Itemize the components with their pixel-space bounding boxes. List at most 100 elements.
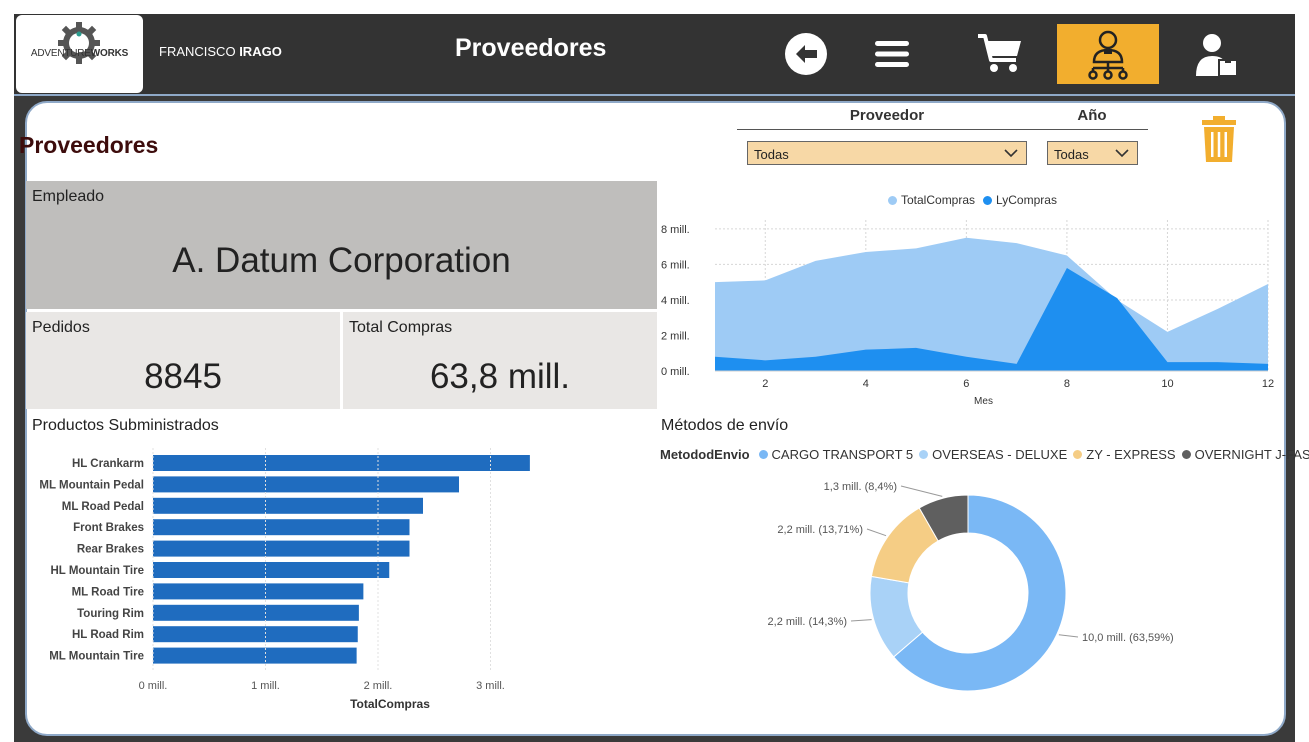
- empleado-label: Empleado: [32, 188, 105, 205]
- bar-category-label: ML Mountain Tire: [49, 651, 144, 663]
- x-axis-label: TotalCompras: [350, 697, 430, 711]
- proveedor-filter-label: Proveedor: [849, 107, 925, 124]
- legend-label: ZY - EXPRESS: [1086, 447, 1176, 462]
- chevron-down-icon: [1004, 149, 1018, 158]
- donut-data-label: 2,2 mill. (13,71%): [777, 524, 863, 536]
- legend-dot: [919, 450, 929, 459]
- y-tick-label: 4 mill.: [661, 295, 690, 307]
- y-tick-label: 6 mill.: [661, 259, 690, 271]
- anio-filter-label: Año: [1077, 107, 1107, 124]
- user-name: FRANCISCO IRAGO: [159, 44, 282, 59]
- x-tick-label: 2: [762, 378, 768, 390]
- shipping-donut-chart: 10,0 mill. (63,59%) 2,2 mill. (14,3%) 2,2 …: [768, 481, 1174, 692]
- supplier-network-icon: [1088, 30, 1128, 80]
- bar: [153, 476, 459, 493]
- legend-label-totalcompras: TotalCompras: [901, 193, 976, 207]
- bar: [153, 604, 359, 621]
- x-tick-label: 8: [1064, 378, 1070, 390]
- x-axis-label: Mes: [974, 396, 993, 407]
- donut-data-label: 1,3 mill. (8,4%): [824, 481, 897, 493]
- bar-category-label: HL Road Rim: [72, 629, 144, 641]
- legend-dot: [758, 450, 768, 459]
- bar-category-label: Rear Brakes: [77, 544, 144, 556]
- x-tick-label: 0 mill.: [139, 680, 168, 692]
- donut-leader-line: [1058, 634, 1079, 638]
- x-tick-label: 2 mill.: [364, 680, 393, 692]
- pedidos-value: 8845: [144, 357, 222, 396]
- chevron-down-icon: [1115, 149, 1129, 158]
- bar: [153, 562, 390, 578]
- filter-divider: [737, 129, 1148, 130]
- cart-button[interactable]: [972, 24, 1028, 84]
- proveedor-dropdown[interactable]: Todas: [747, 141, 1027, 165]
- bar: [153, 540, 410, 557]
- donut-data-label: 10,0 mill. (63,59%): [1082, 632, 1174, 644]
- pedidos-card: Pedidos 8845: [26, 312, 340, 409]
- products-bar-chart: HL Crankarm ML Mountain Pedal ML Road Peda…: [39, 448, 530, 711]
- bar-category-label: ML Road Tire: [72, 586, 144, 598]
- donut-leader-line: [850, 619, 872, 622]
- adventureworks-logo[interactable]: ADVENTUREWORKS: [16, 15, 143, 93]
- suppliers-button[interactable]: [1057, 24, 1159, 84]
- total-compras-value: 63,8 mill.: [429, 357, 571, 396]
- total-compras-card: Total Compras 63,8 mill.: [343, 312, 657, 409]
- bar-category-label: ML Road Pedal: [62, 501, 144, 513]
- bar-category-label: HL Crankarm: [72, 458, 144, 470]
- x-tick-label: 12: [1262, 378, 1274, 390]
- bar-category-label: Front Brakes: [73, 522, 144, 534]
- bar-category-label: Touring Rim: [77, 608, 144, 620]
- total-compras-label: Total Compras: [349, 319, 453, 336]
- legend-label-lycompras: LyCompras: [996, 193, 1057, 207]
- anio-selected-value: Todas: [1054, 147, 1089, 162]
- legend-label: OVERNIGHT J-FAST: [1194, 447, 1309, 462]
- anio-dropdown[interactable]: Todas: [1047, 141, 1138, 165]
- pedidos-label: Pedidos: [32, 319, 90, 336]
- legend-label: CARGO TRANSPORT 5: [771, 447, 914, 462]
- y-tick-label: 0 mill.: [661, 366, 690, 378]
- x-tick-label: 6: [963, 378, 969, 390]
- legend-dot: [888, 195, 897, 205]
- employee-icon: [1196, 34, 1238, 77]
- bar-category-label: ML Mountain Pedal: [39, 479, 144, 491]
- monthly-purchases-area-chart: 0 mill. 2 mill. 4 mill. 6 mill. 8 mill. 2 4 6 8 1…: [661, 220, 1274, 407]
- report-title: Proveedores: [19, 132, 159, 158]
- legend-label: OVERSEAS - DELUXE: [932, 447, 1068, 462]
- bar: [153, 497, 423, 514]
- back-icon: [785, 33, 827, 75]
- proveedor-selected-value: Todas: [754, 147, 789, 162]
- clear-filters-trash-icon[interactable]: [1201, 116, 1237, 162]
- legend-dot: [983, 195, 993, 205]
- y-tick-label: 8 mill.: [661, 224, 690, 236]
- shipping-legend-title: MetododEnvio: [660, 447, 750, 462]
- menu-icon: [874, 41, 909, 67]
- shipping-legend: MetododEnvio CARGO TRANSPORT 5 OVERSEAS …: [660, 447, 1309, 462]
- employee-button[interactable]: [1192, 24, 1242, 84]
- bar: [153, 626, 358, 643]
- empleado-card: Empleado A. Datum Corporation: [26, 181, 657, 309]
- back-button[interactable]: [781, 24, 831, 84]
- products-title: Productos Subministrados: [32, 417, 219, 434]
- x-tick-label: 4: [863, 378, 869, 390]
- donut-leader-line: [866, 528, 887, 537]
- menu-button[interactable]: [869, 24, 914, 84]
- donut-leader-line: [900, 485, 943, 497]
- y-tick-label: 2 mill.: [661, 330, 690, 342]
- x-tick-label: 10: [1161, 378, 1173, 390]
- legend-dot: [1181, 450, 1191, 459]
- cart-icon: [978, 34, 1021, 72]
- shipping-title: Métodos de envío: [661, 417, 789, 434]
- bar: [153, 647, 357, 664]
- area-legend: TotalCompras LyCompras: [888, 193, 1057, 207]
- empleado-value: A. Datum Corporation: [172, 241, 511, 280]
- page-header-title: Proveedores: [455, 34, 607, 62]
- x-tick-label: 3 mill.: [476, 680, 505, 692]
- bar: [153, 583, 364, 600]
- legend-dot: [1073, 450, 1083, 459]
- donut-data-label: 2,2 mill. (14,3%): [768, 616, 847, 628]
- bar: [153, 519, 410, 536]
- bar: [153, 455, 530, 471]
- top-bar: ADVENTUREWORKS FRANCISCO IRAGO Proveedor…: [14, 14, 1295, 96]
- x-tick-label: 1 mill.: [251, 680, 280, 692]
- area-series-totalcompras: [715, 237, 1268, 371]
- logo-wordmark: ADVENTUREWORKS: [30, 48, 129, 59]
